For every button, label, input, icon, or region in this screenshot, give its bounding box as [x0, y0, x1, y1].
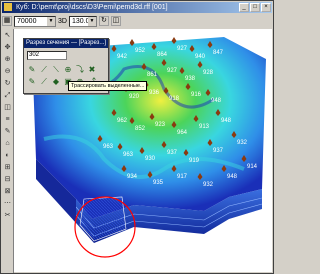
maximize-button[interactable]: □ [250, 3, 260, 12]
grid-icon[interactable]: ▦ [2, 16, 12, 26]
left-tool-icon[interactable]: ↻ [3, 79, 12, 88]
left-tool-icon[interactable]: ⊟ [3, 175, 12, 184]
well-label: 964 [177, 130, 188, 136]
panel-tool-icon[interactable]: ⟍ [51, 65, 61, 74]
panel-tool-icon[interactable]: ◆ [51, 77, 61, 86]
well-label: 935 [153, 180, 164, 186]
left-tool-icon[interactable]: ⊠ [3, 187, 12, 196]
well-label: 861 [147, 72, 158, 78]
left-tool-icon[interactable]: ⤢ [3, 91, 12, 100]
panel-tool-icon[interactable]: ⊕ [63, 65, 73, 74]
app-icon [4, 3, 12, 11]
well-label: 914 [247, 164, 258, 170]
left-toolbar: ↖ ✥ ⊕ ⊖ ↻ ⤢ ◫ ≡ ✎ ⌂ ◐ ⊞ ⊟ ⊠ ⋯ ✂ [2, 29, 14, 273]
chevron-down-icon[interactable]: ▼ [87, 16, 96, 26]
window-title: Куб: D:\pemt\proj\dscs\D3\Pemi\pemd3d.rf… [15, 4, 168, 11]
well-label: 932 [203, 182, 214, 188]
left-tool-icon[interactable]: ✎ [3, 127, 12, 136]
main-toolbar: ▦ 70000 ▼ 3D 130.0 ▼ ↻ ◫ [2, 14, 272, 28]
left-tool-icon[interactable]: ≡ [3, 115, 12, 124]
well-label: 952 [135, 48, 146, 54]
panel-tool-icon[interactable]: ⤵ [75, 65, 85, 74]
well-label: 927 [167, 68, 178, 74]
app-window: Куб: D:\pemt\proj\dscs\D3\Pemi\pemd3d.rf… [0, 0, 274, 274]
close-button[interactable]: × [261, 3, 271, 12]
well-label: 852 [135, 126, 146, 132]
tooltip: Трассировать выделенные... [68, 81, 148, 91]
well-label: 948 [221, 118, 232, 124]
minimize-button[interactable]: _ [239, 3, 249, 12]
well-label: 928 [203, 70, 214, 76]
well-label: 948 [227, 174, 238, 180]
angle-combobox[interactable]: 130.0 ▼ [68, 15, 97, 27]
well-label: 864 [157, 52, 168, 58]
well-label: 919 [189, 158, 200, 164]
left-tool-icon[interactable]: ◫ [3, 103, 12, 112]
well-label: 940 [195, 54, 206, 60]
well-label: 963 [123, 152, 134, 158]
panel-tool-icon[interactable]: ✖ [87, 65, 97, 74]
cube-icon[interactable]: ◫ [110, 16, 121, 26]
well-label: 942 [117, 54, 128, 60]
well-label: 932 [237, 140, 248, 146]
left-tool-icon[interactable]: ◐ [3, 151, 12, 160]
left-tool-icon[interactable]: ✂ [3, 211, 12, 220]
title-bar[interactable]: Куб: D:\pemt\proj\dscs\D3\Pemi\pemd3d.rf… [2, 2, 272, 13]
well-label: 962 [117, 118, 128, 124]
well-label: 916 [191, 92, 202, 98]
left-tool-icon[interactable]: ⌂ [3, 139, 12, 148]
well-label: 938 [185, 76, 196, 82]
angle-value: 130.0 [71, 17, 90, 25]
angle-label: 3D [58, 17, 67, 25]
panel-title[interactable]: Разрез сечения — [Разрез...] [24, 39, 108, 48]
left-tool-icon[interactable]: ⊕ [3, 55, 12, 64]
panel-tool-icon[interactable]: ⟋ [39, 77, 49, 86]
well-label: 927 [177, 46, 188, 52]
scale-combobox[interactable]: 70000 ▼ [14, 15, 56, 27]
panel-tool-icon[interactable]: ✎ [27, 65, 37, 74]
rotate-icon[interactable]: ↻ [98, 16, 109, 26]
well-label: 937 [167, 150, 178, 156]
well-label: 948 [211, 98, 222, 104]
panel-tool-icon[interactable]: ⟋ [39, 65, 49, 74]
well-label: 847 [213, 50, 224, 56]
well-label: 930 [145, 156, 156, 162]
panel-tool-icon[interactable]: ✎ [27, 77, 37, 86]
scale-value: 70000 [17, 17, 37, 25]
well-label: 923 [155, 122, 166, 128]
well-label: 936 [149, 90, 160, 96]
well-label: 920 [129, 94, 140, 100]
well-label: 937 [213, 148, 224, 154]
section-input[interactable]: 302 [27, 51, 67, 60]
chevron-down-icon[interactable]: ▼ [47, 16, 55, 26]
left-tool-icon[interactable]: ⋯ [3, 199, 12, 208]
well-label: 913 [199, 124, 210, 130]
well-label: 963 [103, 144, 114, 150]
well-label: 917 [177, 174, 188, 180]
left-tool-icon[interactable]: ⊖ [3, 67, 12, 76]
left-tool-icon[interactable]: ↖ [3, 31, 12, 40]
left-tool-icon[interactable]: ⊞ [3, 163, 12, 172]
well-label: 918 [169, 96, 180, 102]
left-tool-icon[interactable]: ✥ [3, 43, 12, 52]
well-label: 934 [127, 174, 138, 180]
